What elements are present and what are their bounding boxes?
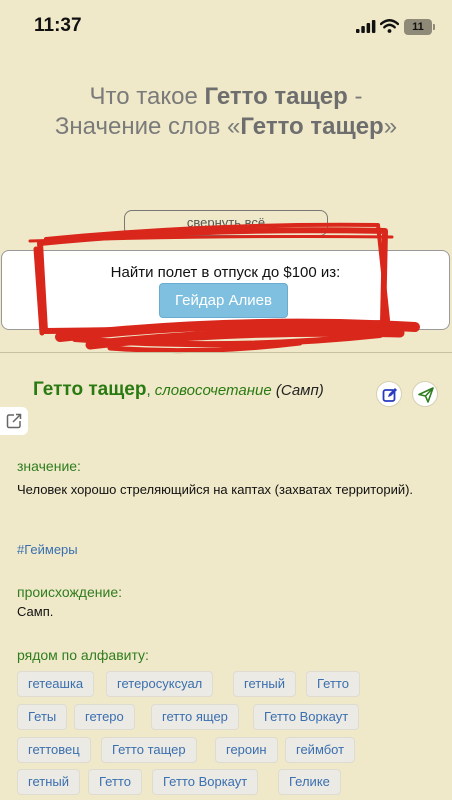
title-suffix-2: »: [383, 113, 398, 140]
nearby-word-chip[interactable]: Гетто Воркаут: [253, 704, 360, 730]
nearby-word-chip[interactable]: гетто ящер: [151, 704, 239, 730]
title-prefix: Что такое: [89, 83, 205, 110]
part-of-speech: словосочетание: [154, 382, 272, 399]
title-word-2: Гетто тащер: [240, 113, 384, 140]
origin-text: Самп.: [17, 604, 54, 619]
page-title: Что такое Гетто тащер - Значение слов «Г…: [0, 82, 452, 142]
hashtag-link[interactable]: #Геймеры: [17, 542, 78, 557]
section-divider: [0, 352, 452, 353]
nearby-word-chip[interactable]: гетеросуксуал: [106, 671, 214, 697]
nearby-word-chip[interactable]: Гетто: [88, 769, 142, 795]
signal-icon: [356, 20, 376, 38]
send-icon: [418, 387, 434, 403]
status-time: 11:37: [34, 15, 82, 36]
status-bar: 11:37 11: [0, 0, 452, 52]
nearby-word-chip[interactable]: геттовец: [17, 737, 91, 763]
open-external-button[interactable]: [0, 407, 28, 435]
title-suffix: -: [347, 83, 363, 110]
nearby-word-chip[interactable]: гетеро: [74, 704, 135, 730]
entry-region: (Самп): [271, 382, 324, 399]
wifi-icon: [379, 19, 400, 38]
collapse-all-button[interactable]: свернуть всё: [124, 210, 328, 236]
meaning-label: значение:: [17, 458, 81, 474]
edit-button[interactable]: [376, 381, 402, 407]
nearby-word-chip[interactable]: Гетто тащер: [101, 737, 197, 763]
nearby-word-chip[interactable]: Гетто: [306, 671, 360, 697]
title-word: Гетто тащер: [204, 83, 348, 110]
edit-icon: [382, 388, 397, 402]
nearby-word-chip[interactable]: гетеашка: [17, 671, 95, 697]
nearby-word-chip[interactable]: Геты: [17, 704, 68, 730]
meaning-text: Человек хорошо стреляющийся на каптах (з…: [17, 482, 414, 497]
ad-text: Найти полет в отпуск до $100 из:: [110, 264, 341, 281]
nearby-word-chip[interactable]: геймбот: [285, 737, 356, 763]
battery-icon: 11: [404, 19, 435, 35]
entry-headword: Гетто тащер: [33, 379, 147, 400]
nearby-word-chip[interactable]: гетный: [233, 671, 296, 697]
nearby-word-chip[interactable]: Гелике: [278, 769, 341, 795]
nearby-word-chip[interactable]: героин: [215, 737, 278, 763]
entry-comma: ,: [146, 382, 155, 399]
entry-header: Гетто тащер, словосочетание (Самп): [33, 379, 324, 401]
share-button[interactable]: [412, 381, 438, 407]
nearby-word-chip[interactable]: Гетто Воркаут: [152, 769, 259, 795]
nearby-label: рядом по алфавиту:: [17, 647, 149, 663]
title-prefix-2: Значение слов «: [54, 113, 241, 140]
external-link-icon: [6, 413, 22, 429]
ad-airport-button[interactable]: Гейдар Алиев: [159, 283, 288, 318]
nearby-word-chip[interactable]: гетный: [17, 769, 80, 795]
origin-label: происхождение:: [17, 584, 122, 600]
